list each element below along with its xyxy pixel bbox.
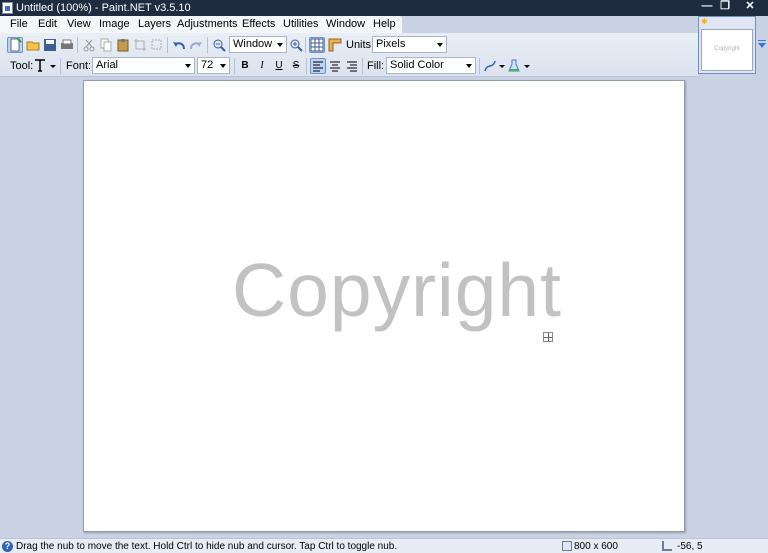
units-value: Pixels [376,38,405,50]
blend-mode-icon[interactable] [507,59,521,73]
image-canvas[interactable]: Copyright [83,80,685,532]
minimize-button[interactable]: — [697,0,717,12]
cut-icon[interactable] [82,38,96,52]
toolbar-separator [479,58,480,74]
units-label: Units: [346,39,374,51]
crop-icon[interactable] [133,38,147,52]
thumbnail-text: Copyright [702,46,752,52]
ruler-icon[interactable] [328,38,342,52]
copy-icon[interactable] [99,38,113,52]
unsaved-star-icon: ✱ [701,18,708,26]
underline-button[interactable]: U [272,59,286,73]
status-bar: ? Drag the nub to move the text. Hold Ct… [0,538,768,553]
menu-image[interactable]: Image [99,18,130,31]
cursor-position-icon [662,541,672,551]
chevron-down-icon [220,64,226,68]
image-size: 800 x 600 [574,541,618,552]
toolbar-separator [305,37,306,53]
paint-net-icon [2,2,13,14]
toolbar-separator [167,37,168,53]
antialiasing-icon[interactable] [483,59,497,73]
font-size-value: 72 [201,59,213,71]
zoom-in-icon[interactable] [289,38,303,52]
close-button[interactable]: ✕ [736,0,764,12]
chevron-down-icon [437,43,443,47]
cursor-position: -56, 5 [677,541,703,552]
print-icon[interactable] [60,38,74,52]
title-bar: Untitled (100%) - Paint.NET v3.5.10 — ❐ … [0,0,768,16]
menu-bar: File Edit View Image Layers Adjustments … [0,16,402,33]
main-toolbar: Window Units: Pixels [0,34,698,56]
menu-effects[interactable]: Effects [242,18,275,31]
status-hint: Drag the nub to move the text. Hold Ctrl… [16,541,397,552]
text-tool-icon[interactable] [33,58,47,72]
redo-icon[interactable] [189,38,203,52]
text-move-nub-icon[interactable] [543,332,553,342]
image-tab-strip: ✱ Copyright [698,16,756,74]
new-icon[interactable] [7,37,23,53]
menu-utilities[interactable]: Utilities [283,18,318,31]
menu-window[interactable]: Window [326,18,365,31]
chevron-down-icon[interactable] [50,65,56,68]
tab-list-dropdown-icon[interactable] [758,43,766,48]
align-left-icon[interactable] [310,58,326,74]
paste-icon[interactable] [116,38,130,52]
align-center-icon[interactable] [328,59,342,73]
workspace: Copyright [0,77,768,538]
text-toolbar: Tool: Font: Arial 72 B I U S Fill: [0,55,698,77]
toolbar-separator [306,58,307,74]
menu-file[interactable]: File [10,18,28,31]
menu-edit[interactable]: Edit [38,18,57,31]
chevron-down-icon[interactable] [524,65,530,68]
image-size-icon [562,541,572,551]
window-title: Untitled (100%) - Paint.NET v3.5.10 [16,2,191,14]
zoom-value: Window [233,38,272,50]
font-size-combo[interactable]: 72 [197,57,230,74]
zoom-out-icon[interactable] [212,38,226,52]
chevron-down-icon [466,64,472,68]
canvas-text: Copyright [232,247,562,333]
toolbar-separator [60,58,61,74]
image-thumbnail[interactable]: Copyright [701,29,753,71]
toolbar-separator [207,37,208,53]
menu-view[interactable]: View [67,18,91,31]
bold-button[interactable]: B [238,59,252,73]
open-icon[interactable] [26,38,40,52]
chevron-down-icon [277,43,283,47]
strikethrough-button[interactable]: S [289,59,303,73]
italic-button[interactable]: I [255,59,269,73]
deselect-icon[interactable] [150,38,164,52]
font-combo[interactable]: Arial [92,57,195,74]
grid-icon[interactable] [309,37,325,53]
tool-label: Tool: [10,60,33,72]
menu-layers[interactable]: Layers [138,18,171,31]
help-icon: ? [2,541,13,552]
fill-label: Fill: [367,60,384,72]
toolbar: Window Units: Pixels Tool: Font: Arial [0,33,698,77]
menu-help[interactable]: Help [373,18,396,31]
units-combo[interactable]: Pixels [372,36,447,53]
save-icon[interactable] [43,38,57,52]
chevron-down-icon[interactable] [499,65,505,68]
toolbar-separator [234,58,235,74]
align-right-icon[interactable] [345,59,359,73]
fill-value: Solid Color [390,59,444,71]
maximize-button[interactable]: ❐ [715,0,735,12]
toolbar-separator [77,37,78,53]
undo-icon[interactable] [172,38,186,52]
toolbar-separator [362,58,363,74]
zoom-combo[interactable]: Window [229,36,287,53]
fill-combo[interactable]: Solid Color [386,57,476,74]
menu-adjustments[interactable]: Adjustments [177,18,238,31]
chevron-down-icon [185,64,191,68]
font-value: Arial [96,59,118,71]
font-label: Font: [66,60,91,72]
